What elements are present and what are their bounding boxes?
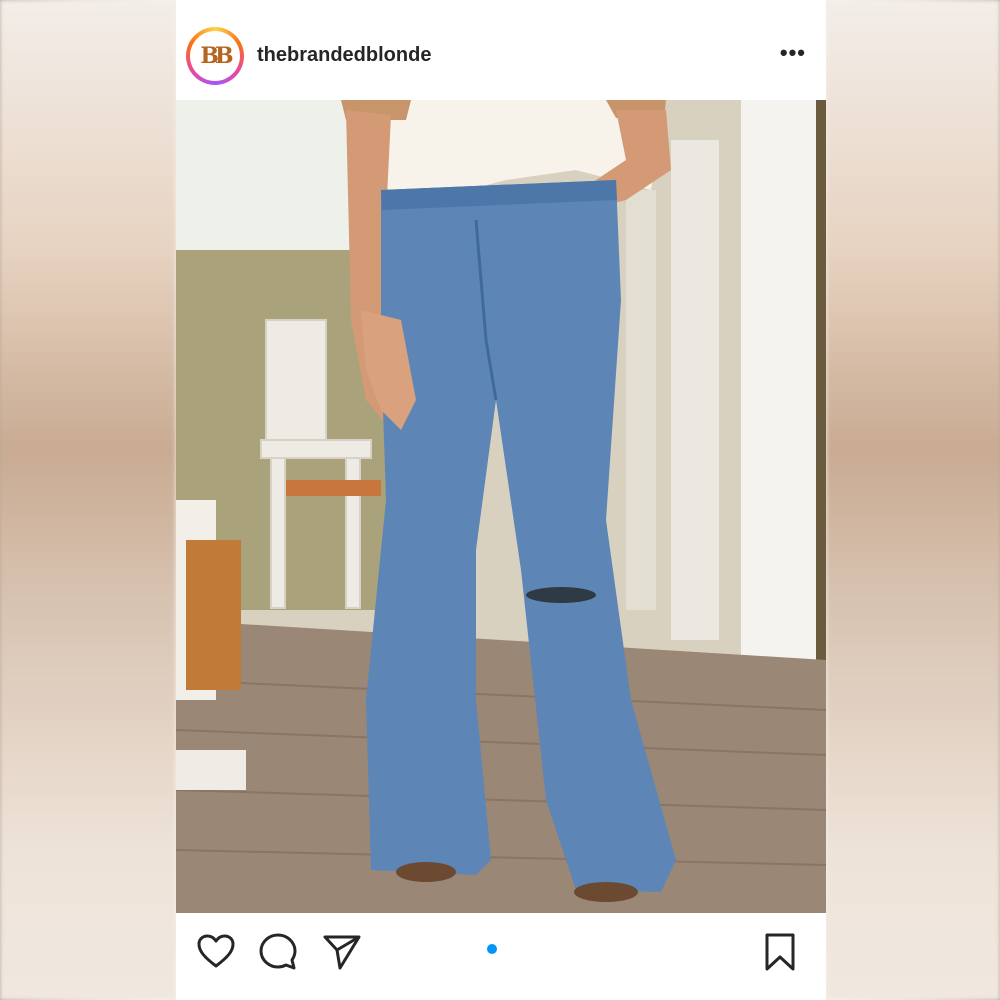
avatar-monogram: BB: [190, 31, 240, 81]
instagram-post: BB thebrandedblonde •••: [176, 0, 826, 1000]
comment-icon[interactable]: [258, 932, 298, 972]
post-photo-illustration: [176, 100, 826, 913]
background-blur-right: [826, 0, 1000, 1000]
send-icon[interactable]: [322, 932, 362, 972]
background-blur-left: [0, 0, 176, 1000]
carousel-indicator-dot: [487, 944, 497, 954]
username-link[interactable]: thebrandedblonde: [257, 44, 431, 67]
post-header: BB thebrandedblonde •••: [176, 20, 826, 94]
action-bar: [176, 920, 826, 980]
heart-icon[interactable]: [196, 932, 236, 972]
bookmark-icon[interactable]: [760, 932, 800, 972]
avatar[interactable]: BB: [186, 27, 244, 85]
more-options-button[interactable]: •••: [780, 40, 806, 66]
post-image[interactable]: [176, 100, 826, 913]
